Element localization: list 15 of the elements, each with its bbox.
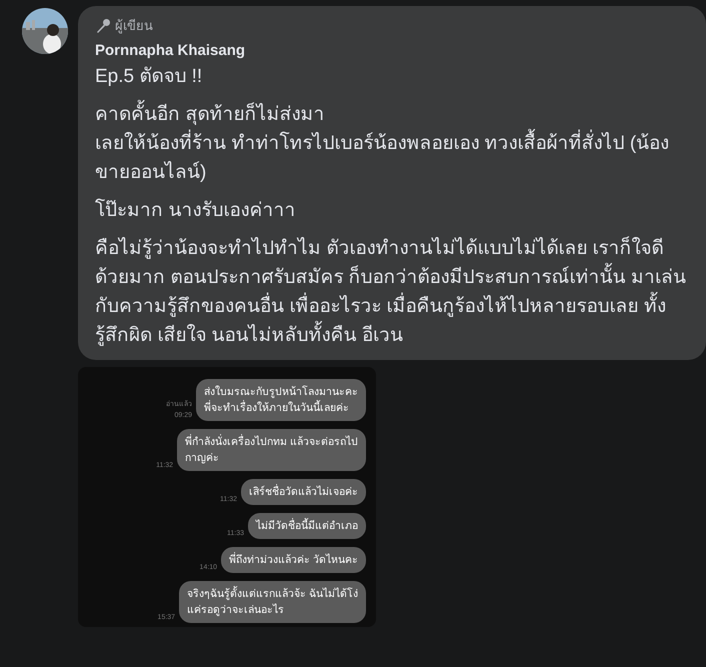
avatar[interactable] (22, 8, 68, 54)
chat-screenshot[interactable] (78, 367, 376, 627)
message-bubble: พี่ถึงท่าม่วงแล้วค่ะ วัดไหนคะ (221, 547, 366, 573)
message-bubble: จริงๆฉันรู้ตั้งแต่แรกแล้วจ้ะ ฉันไม่ได้โง่ แค่รอดูว่าจะเล่นอะไร (179, 581, 366, 623)
comment-text: Ep.5 ตัดจบ !! (95, 65, 204, 89)
comment-text: คือไม่รู้ว่าน้องจะทำไปทำไม ตัวเองทำงานไม่ได้แบบไม่ได้เลย เราก็ใจดีด้วยมาก ตอนประกาศรับสมัคร ก็บอกว่าต้องมีประสบการณ์เท่านั้น มาเล่นกับความรู้สึกของคนอื่น เพื่ออะไรวะ เมื่อคืนกูร้องไห้ไปหลายรอบเลย ทั้งรู้สึกผิด เสียใจ นอนไม่หลับทั้งคืน อีเวน (95, 235, 687, 348)
author-name[interactable]: Pornnapha Khaisang (95, 40, 689, 62)
message-bubble: ไม่มีวัดชื่อนี้มีแต่อำเภอ (248, 513, 366, 539)
author-label: ผู้เขียน (115, 17, 153, 36)
message-bubble: ส่งใบมรณะกับรูปหน้าโลงมานะคะ พี่จะทำเรื่องให้ภายในวันนี้เลยค่ะ (196, 379, 366, 421)
comment-text: โป๊ะมาก นางรับเองค่าาา (95, 198, 296, 223)
microphone-icon (95, 18, 111, 34)
comment-text: คาดคั้นอีก สุดท้ายก็ไม่ส่งมา เลยให้น้องที่ร้าน ทำท่าโทรไปเบอร์น้องพลอยเอง ทวงเสื้อผ้าที่สั่งไป (น้องขายออนไลน์) (95, 100, 689, 187)
message-bubble: พี่กำลังนั่งเครื่องไปกทม แล้วจะต่อรถไป กาญค่ะ (177, 429, 366, 471)
message-bubble: เสิร์ชชื่อวัดแล้วไม่เจอค่ะ (241, 479, 366, 505)
